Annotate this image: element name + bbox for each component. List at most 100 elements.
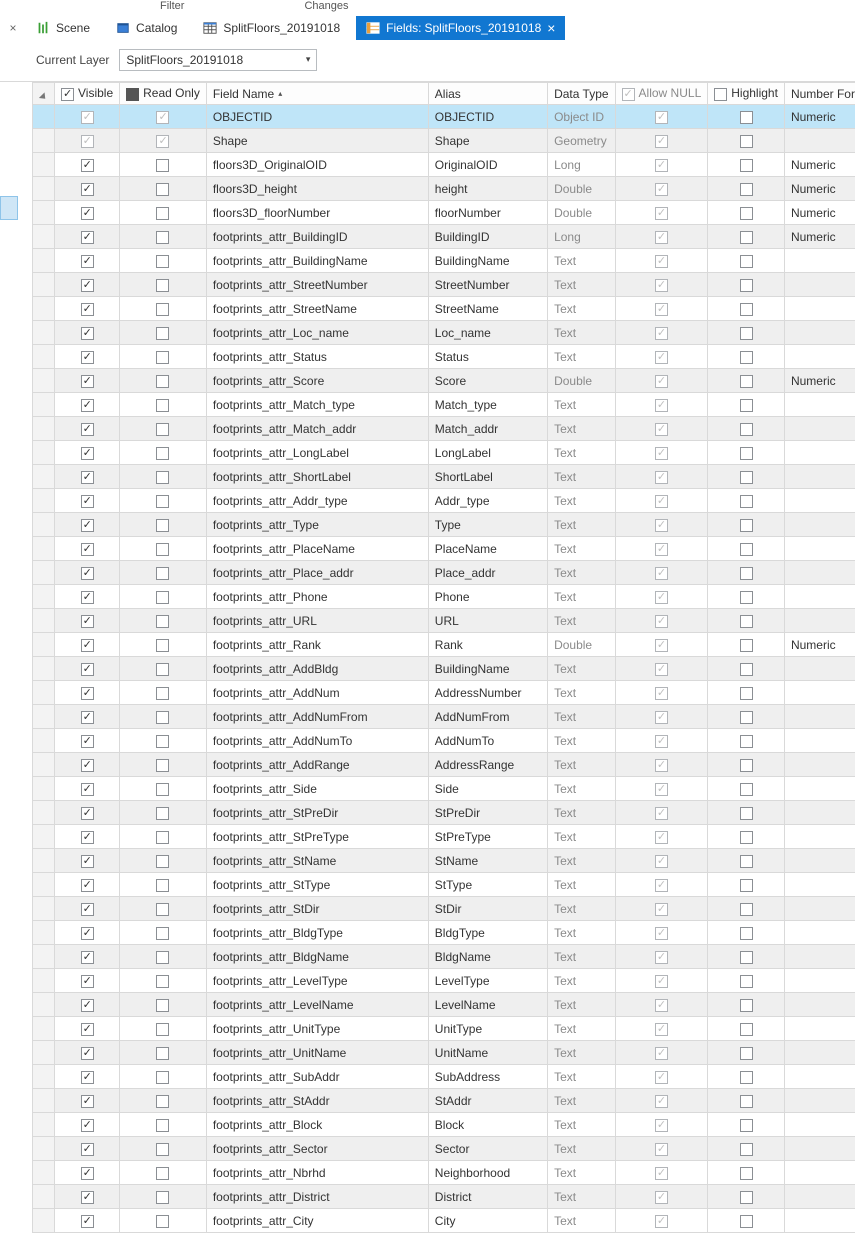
checkbox-icon[interactable] — [156, 567, 169, 580]
table-row[interactable]: footprints_attr_BldgNameBldgNameText — [33, 945, 855, 969]
alias-cell[interactable]: Rank — [428, 633, 547, 657]
datatype-cell[interactable]: Text — [548, 681, 615, 705]
numberformat-cell[interactable] — [784, 753, 855, 777]
visible-cell[interactable] — [55, 921, 120, 945]
fieldname-cell[interactable]: footprints_attr_StName — [206, 849, 428, 873]
datatype-cell[interactable]: Text — [548, 249, 615, 273]
checkbox-icon[interactable] — [740, 543, 753, 556]
checkbox-icon[interactable] — [156, 999, 169, 1012]
table-row[interactable]: footprints_attr_AddNumAddressNumberText — [33, 681, 855, 705]
readonly-cell[interactable] — [120, 849, 207, 873]
checkbox-icon[interactable] — [740, 495, 753, 508]
numberformat-cell[interactable] — [784, 945, 855, 969]
numberformat-cell[interactable] — [784, 609, 855, 633]
datatype-cell[interactable]: Text — [548, 609, 615, 633]
row-selector[interactable] — [33, 441, 55, 465]
numberformat-cell[interactable] — [784, 273, 855, 297]
alias-cell[interactable]: UnitName — [428, 1041, 547, 1065]
checkbox-icon[interactable] — [740, 1119, 753, 1132]
row-selector[interactable] — [33, 153, 55, 177]
col-allownull[interactable]: Allow NULL — [615, 83, 708, 105]
numberformat-cell[interactable] — [784, 1089, 855, 1113]
highlight-cell[interactable] — [708, 849, 785, 873]
checkbox-icon[interactable] — [655, 519, 668, 532]
visible-cell[interactable] — [55, 321, 120, 345]
visible-cell[interactable] — [55, 729, 120, 753]
checkbox-icon[interactable] — [655, 1215, 668, 1228]
datatype-cell[interactable]: Text — [548, 1137, 615, 1161]
numberformat-cell[interactable] — [784, 849, 855, 873]
alias-cell[interactable]: Loc_name — [428, 321, 547, 345]
checkbox-icon[interactable] — [81, 231, 94, 244]
alias-cell[interactable]: District — [428, 1185, 547, 1209]
checkbox-icon[interactable] — [655, 711, 668, 724]
highlight-cell[interactable] — [708, 1041, 785, 1065]
tab-scene[interactable]: Scene — [26, 16, 100, 40]
row-selector[interactable] — [33, 753, 55, 777]
visible-cell[interactable] — [55, 1017, 120, 1041]
allownull-cell[interactable] — [615, 657, 708, 681]
fieldname-cell[interactable]: footprints_attr_Nbrhd — [206, 1161, 428, 1185]
allownull-cell[interactable] — [615, 609, 708, 633]
row-selector[interactable] — [33, 537, 55, 561]
fieldname-cell[interactable]: footprints_attr_BuildingID — [206, 225, 428, 249]
checkbox-icon[interactable] — [655, 735, 668, 748]
readonly-cell[interactable] — [120, 465, 207, 489]
table-row[interactable]: footprints_attr_RankRankDoubleNumeric — [33, 633, 855, 657]
checkbox-icon[interactable] — [655, 567, 668, 580]
numberformat-cell[interactable] — [784, 1161, 855, 1185]
checkbox-icon[interactable] — [655, 495, 668, 508]
highlight-cell[interactable] — [708, 177, 785, 201]
table-row[interactable]: footprints_attr_StPreDirStPreDirText — [33, 801, 855, 825]
checkbox-icon[interactable] — [81, 879, 94, 892]
visible-cell[interactable] — [55, 585, 120, 609]
table-row[interactable]: footprints_attr_PhonePhoneText — [33, 585, 855, 609]
fieldname-cell[interactable]: footprints_attr_LevelName — [206, 993, 428, 1017]
highlight-cell[interactable] — [708, 1113, 785, 1137]
checkbox-icon[interactable] — [740, 255, 753, 268]
datatype-cell[interactable]: Text — [548, 1113, 615, 1137]
table-row[interactable]: footprints_attr_LevelNameLevelNameText — [33, 993, 855, 1017]
row-selector[interactable] — [33, 657, 55, 681]
col-highlight[interactable]: Highlight — [708, 83, 785, 105]
fieldname-cell[interactable]: footprints_attr_LongLabel — [206, 441, 428, 465]
checkbox-icon[interactable] — [81, 1095, 94, 1108]
checkbox-icon[interactable] — [740, 711, 753, 724]
checkbox-icon[interactable] — [655, 135, 668, 148]
checkbox-icon[interactable] — [156, 231, 169, 244]
visible-cell[interactable] — [55, 177, 120, 201]
fieldname-cell[interactable]: footprints_attr_BuildingName — [206, 249, 428, 273]
numberformat-cell[interactable] — [784, 705, 855, 729]
checkbox-icon[interactable] — [740, 399, 753, 412]
allownull-cell[interactable] — [615, 225, 708, 249]
checkbox-icon[interactable] — [655, 1095, 668, 1108]
checkbox-icon[interactable] — [81, 1191, 94, 1204]
fieldname-cell[interactable]: footprints_attr_Addr_type — [206, 489, 428, 513]
allownull-cell[interactable] — [615, 1041, 708, 1065]
alias-cell[interactable]: BuildingName — [428, 249, 547, 273]
checkbox-icon[interactable] — [156, 1047, 169, 1060]
fieldname-cell[interactable]: footprints_attr_PlaceName — [206, 537, 428, 561]
fieldname-cell[interactable]: footprints_attr_BldgName — [206, 945, 428, 969]
checkbox-icon[interactable] — [740, 759, 753, 772]
allownull-cell[interactable] — [615, 801, 708, 825]
checkbox-icon[interactable] — [156, 447, 169, 460]
alias-cell[interactable]: UnitType — [428, 1017, 547, 1041]
table-row[interactable]: floors3D_OriginalOIDOriginalOIDLongNumer… — [33, 153, 855, 177]
checkbox-icon[interactable] — [81, 759, 94, 772]
allownull-cell[interactable] — [615, 105, 708, 129]
visible-cell[interactable] — [55, 993, 120, 1017]
checkbox-icon[interactable] — [740, 567, 753, 580]
visible-cell[interactable] — [55, 1089, 120, 1113]
fieldname-cell[interactable]: footprints_attr_Rank — [206, 633, 428, 657]
readonly-cell[interactable] — [120, 969, 207, 993]
checkbox-icon[interactable] — [655, 303, 668, 316]
readonly-cell[interactable] — [120, 825, 207, 849]
alias-cell[interactable]: Neighborhood — [428, 1161, 547, 1185]
row-selector[interactable] — [33, 921, 55, 945]
table-row[interactable]: footprints_attr_UnitNameUnitNameText — [33, 1041, 855, 1065]
checkbox-icon[interactable] — [740, 663, 753, 676]
visible-cell[interactable] — [55, 273, 120, 297]
datatype-cell[interactable]: Long — [548, 153, 615, 177]
numberformat-cell[interactable] — [784, 441, 855, 465]
